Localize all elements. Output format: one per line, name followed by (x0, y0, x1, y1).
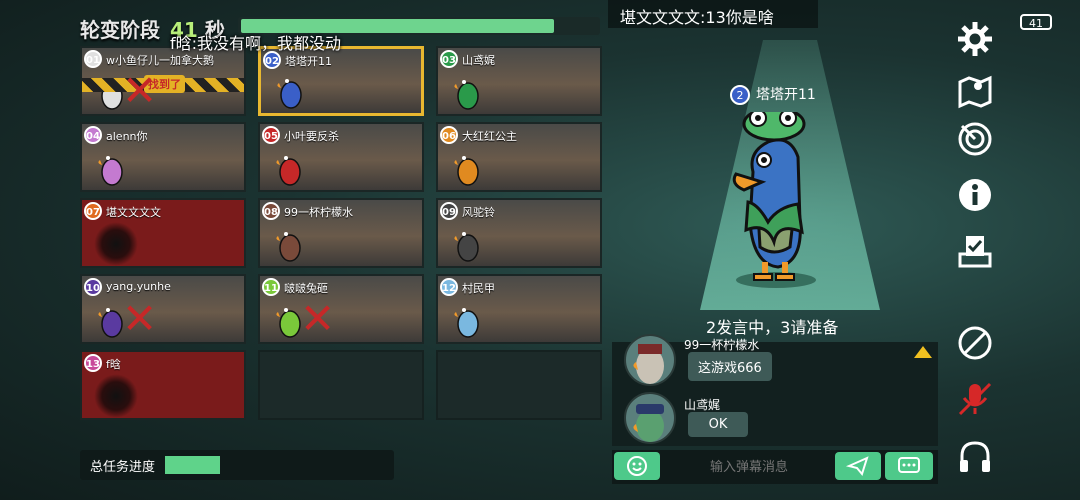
player-card-05[interactable]: 05 小叶要反杀 (258, 122, 424, 192)
player-number-badge: 10 (84, 278, 102, 296)
player-card-10[interactable]: 10 yang.yunhe ✕ (80, 274, 246, 344)
player-name: 塔塔开11 (285, 55, 332, 68)
player-name: 风驼铃 (462, 206, 495, 219)
player-number-badge: 04 (84, 126, 102, 144)
player-number-badge: 08 (262, 202, 280, 220)
chat-bubble: 这游戏666 (688, 352, 772, 381)
vote-icon[interactable] (956, 232, 994, 270)
send-icon (845, 456, 869, 477)
player-card-07[interactable]: 07 堪文文文文 (80, 198, 246, 268)
player-name: 大红红公主 (462, 130, 517, 143)
chat-avatar (624, 392, 676, 444)
duck-avatar-icon (276, 232, 301, 262)
player-name: 99一杯柠檬水 (284, 206, 353, 219)
player-number-badge: 13 (84, 354, 102, 372)
no-sound-icon[interactable] (956, 324, 994, 362)
speaking-status: 2发言中，3请准备 (706, 318, 839, 337)
player-card-03[interactable]: 03 山鸢娓 (436, 46, 602, 116)
duck-avatar-icon (454, 308, 479, 338)
player-number-badge: 01 (84, 50, 102, 68)
chat-avatar (624, 334, 676, 386)
chat-name: 山鸢娓 (684, 398, 721, 412)
player-card-08[interactable]: 08 99一杯柠檬水 (258, 198, 424, 268)
eliminated-x-icon: ✕ (122, 294, 158, 343)
player-number-badge: 09 (440, 202, 458, 220)
duck-avatar-icon (454, 232, 479, 262)
chat-name: 99一杯柠檬水 (684, 338, 760, 352)
player-number-badge: 05 (262, 126, 280, 144)
spotlight-player: 2 塔塔开11 (730, 84, 816, 105)
player-name: 堪文文文文 (106, 206, 161, 219)
player-name: f晗 (106, 358, 121, 371)
player-number-badge: 06 (440, 126, 458, 144)
player-name: 小叶要反杀 (284, 130, 339, 143)
player-card-06[interactable]: 06 大红红公主 (436, 122, 602, 192)
phase-label: 轮变阶段 (80, 18, 160, 42)
duck-avatar-icon (277, 79, 302, 109)
player-card-02[interactable]: 02 塔塔开11 (258, 46, 424, 116)
player-card-12[interactable]: 12 村民甲 (436, 274, 602, 344)
scroll-up-icon[interactable] (914, 346, 932, 358)
player-name: 山鸢娓 (462, 54, 495, 67)
duck-avatar-icon (98, 156, 123, 186)
found-banner: 找到了 (82, 75, 244, 93)
spotlight-number: 2 (730, 85, 750, 105)
gear-icon[interactable] (956, 20, 994, 58)
player-number-badge: 07 (84, 202, 102, 220)
chat-bubble: OK (688, 412, 748, 437)
emoji-icon (627, 456, 647, 476)
empty-slot (436, 350, 602, 420)
speaking-duck (732, 112, 816, 288)
duck-avatar-icon (454, 80, 479, 110)
mic-muted-icon[interactable] (956, 380, 994, 418)
eliminated-x-icon: ✕ (122, 66, 158, 115)
player-number-badge: 03 (440, 50, 458, 68)
send-button[interactable] (835, 452, 881, 480)
danmu-button[interactable] (885, 452, 933, 480)
duck-avatar-icon (454, 156, 479, 186)
player-card-09[interactable]: 09 风驼铃 (436, 198, 602, 268)
bullet-hole-icon (94, 222, 138, 266)
player-number-badge: 12 (440, 278, 458, 296)
player-card-11[interactable]: 11 啵啵兔砸 ✕ (258, 274, 424, 344)
player-card-01[interactable]: 01 w小鱼仔儿一加拿大鹅 找到了 ✕ (80, 46, 246, 116)
empty-slot (258, 350, 424, 420)
eliminated-x-icon: ✕ (300, 294, 336, 343)
bullet-hole-icon (94, 374, 138, 418)
duck-avatar-icon (276, 156, 301, 186)
map-icon[interactable] (956, 72, 994, 110)
player-name: yang.yunhe (106, 280, 171, 293)
chat-bubble-icon (898, 457, 920, 473)
player-name: 村民甲 (462, 282, 495, 295)
radar-icon[interactable] (956, 120, 994, 158)
player-name: alenn你 (106, 130, 148, 143)
top-message: 堪文文文文:13你是啥 (620, 8, 774, 27)
player-card-13[interactable]: 13 f晗 (80, 350, 246, 420)
player-card-04[interactable]: 04 alenn你 (80, 122, 246, 192)
headphones-icon[interactable] (956, 438, 994, 476)
player-number-badge: 11 (262, 278, 280, 296)
danmu-message: f晗:我没有啊，我都没动 (170, 34, 342, 53)
task-progress-label: 总任务进度 (90, 460, 156, 475)
info-icon[interactable] (956, 176, 994, 214)
danmu-input[interactable] (664, 452, 834, 482)
battery-icon: 41 (1020, 14, 1052, 30)
spotlight-name: 塔塔开11 (756, 87, 816, 103)
task-progress-fill (165, 456, 220, 474)
emoji-button[interactable] (614, 452, 660, 480)
